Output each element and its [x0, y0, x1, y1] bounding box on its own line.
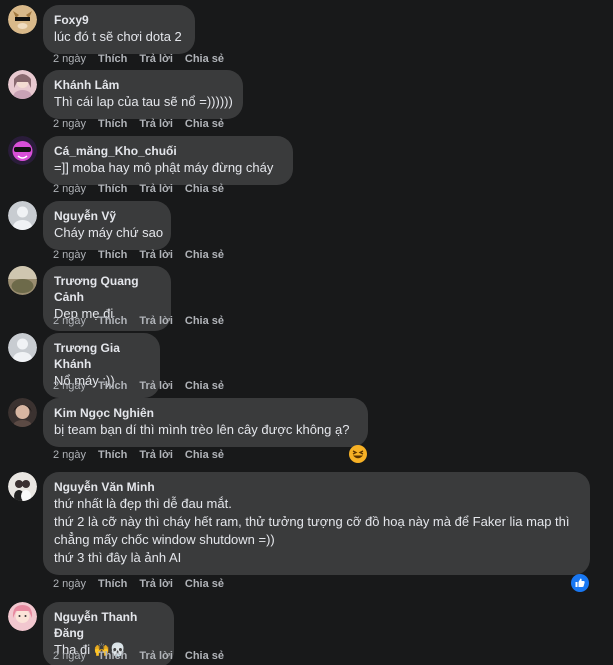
comment-bubble: Nguyễn Văn Minh thứ nhất là đẹp thì dễ đ…	[43, 472, 590, 575]
comment-bubble: Nguyễn Vỹ Cháy máy chứ sao	[43, 201, 171, 250]
comment-actions: 2 ngày Thích Trả lời Chia sẻ	[53, 52, 236, 66]
share-button[interactable]: Chia sẻ	[185, 578, 224, 590]
reply-button[interactable]: Trả lời	[139, 118, 173, 130]
comment-author[interactable]: Nguyễn Thanh Đăng	[54, 609, 163, 641]
comment-time[interactable]: 2 ngày	[53, 650, 86, 662]
comment-text-line: chẳng mấy chốc window shutdown =))	[54, 532, 275, 547]
comment-actions: 2 ngày Thích Trả lời Chia sẻ	[53, 117, 236, 131]
like-button[interactable]: Thích	[98, 449, 127, 461]
reply-button[interactable]: Trả lời	[139, 650, 173, 662]
comment-author[interactable]: Nguyễn Vỹ	[54, 208, 160, 224]
share-button[interactable]: Chia sẻ	[185, 118, 224, 130]
share-button[interactable]: Chia sẻ	[185, 650, 224, 662]
share-button[interactable]: Chia sẻ	[185, 315, 224, 327]
reply-button[interactable]: Trả lời	[139, 380, 173, 392]
haha-reaction-icon[interactable]	[349, 445, 367, 463]
comment-text: Cháy máy chứ sao	[54, 225, 164, 240]
comment-time[interactable]: 2 ngày	[53, 183, 86, 195]
comment-time[interactable]: 2 ngày	[53, 53, 86, 65]
comment-bubble: Kim Ngọc Nghiên bị team bạn dí thì mình …	[43, 398, 368, 447]
share-button[interactable]: Chia sẻ	[185, 53, 224, 65]
comment-actions: 2 ngày Thích Trả lời Chia sẻ	[53, 448, 236, 462]
avatar[interactable]	[8, 266, 37, 295]
avatar[interactable]	[8, 333, 37, 362]
avatar[interactable]	[8, 136, 37, 165]
comment-author[interactable]: Nguyễn Văn Minh	[54, 479, 579, 495]
reply-button[interactable]: Trả lời	[139, 249, 173, 261]
comment-text: =]] moba hay mô phật máy đừng cháy	[54, 160, 274, 175]
comment-author[interactable]: Trương Quang Cảnh	[54, 273, 160, 305]
avatar[interactable]	[8, 5, 37, 34]
like-button[interactable]: Thích	[98, 118, 127, 130]
comment-author[interactable]: Trương Gia Khánh	[54, 340, 149, 372]
comment-actions: 2 ngày Thích Trả lời Chia sẻ	[53, 182, 236, 196]
share-button[interactable]: Chia sẻ	[185, 249, 224, 261]
avatar[interactable]	[8, 398, 37, 427]
comment-time[interactable]: 2 ngày	[53, 249, 86, 261]
comment-actions: 2 ngày Thích Trả lời Chia sẻ	[53, 314, 236, 328]
comment-bubble: Khánh Lâm Thì cái lap của tau sẽ nổ =)))…	[43, 70, 243, 119]
comment-time[interactable]: 2 ngày	[53, 449, 86, 461]
comment-text: Thì cái lap của tau sẽ nổ =))))))	[54, 94, 233, 109]
comment-author[interactable]: Foxy9	[54, 12, 184, 28]
reply-button[interactable]: Trả lời	[139, 183, 173, 195]
comment-text-line: thứ nhất là đẹp thì dễ đau mắt.	[54, 496, 232, 511]
comment-actions: 2 ngày Thích Trả lời Chia sẻ	[53, 649, 236, 663]
comment-text-line: thứ 2 là cỡ này thì cháy hết ram, thử tư…	[54, 514, 570, 529]
like-button[interactable]: Thích	[98, 650, 127, 662]
comment-text: lúc đó t sẽ chơi dota 2	[54, 29, 182, 44]
like-button[interactable]: Thích	[98, 249, 127, 261]
reply-button[interactable]: Trả lời	[139, 315, 173, 327]
comment-text: bị team bạn dí thì mình trèo lên cây đượ…	[54, 422, 350, 437]
like-button[interactable]: Thích	[98, 315, 127, 327]
share-button[interactable]: Chia sẻ	[185, 380, 224, 392]
like-button[interactable]: Thích	[98, 578, 127, 590]
share-button[interactable]: Chia sẻ	[185, 449, 224, 461]
comment-author[interactable]: Khánh Lâm	[54, 77, 232, 93]
comment-time[interactable]: 2 ngày	[53, 380, 86, 392]
comment-bubble: Foxy9 lúc đó t sẽ chơi dota 2	[43, 5, 195, 54]
comment-time[interactable]: 2 ngày	[53, 578, 86, 590]
comment-actions: 2 ngày Thích Trả lời Chia sẻ	[53, 379, 236, 393]
comment-time[interactable]: 2 ngày	[53, 315, 86, 327]
share-button[interactable]: Chia sẻ	[185, 183, 224, 195]
comment-author[interactable]: Cá_măng_Kho_chuối	[54, 143, 282, 159]
avatar[interactable]	[8, 602, 37, 631]
comment-text-line: thứ 3 thì đây là ảnh AI	[54, 550, 182, 565]
avatar[interactable]	[8, 70, 37, 99]
comment-time[interactable]: 2 ngày	[53, 118, 86, 130]
like-reaction-icon[interactable]	[571, 574, 589, 592]
reply-button[interactable]: Trả lời	[139, 53, 173, 65]
comment-actions: 2 ngày Thích Trả lời Chia sẻ	[53, 577, 236, 591]
avatar[interactable]	[8, 201, 37, 230]
like-button[interactable]: Thích	[98, 380, 127, 392]
comment-bubble: Cá_măng_Kho_chuối =]] moba hay mô phật m…	[43, 136, 293, 185]
reply-button[interactable]: Trả lời	[139, 578, 173, 590]
comment-actions: 2 ngày Thích Trả lời Chia sẻ	[53, 248, 236, 262]
avatar[interactable]	[8, 472, 37, 501]
comment-author[interactable]: Kim Ngọc Nghiên	[54, 405, 357, 421]
reply-button[interactable]: Trả lời	[139, 449, 173, 461]
like-button[interactable]: Thích	[98, 183, 127, 195]
like-button[interactable]: Thích	[98, 53, 127, 65]
